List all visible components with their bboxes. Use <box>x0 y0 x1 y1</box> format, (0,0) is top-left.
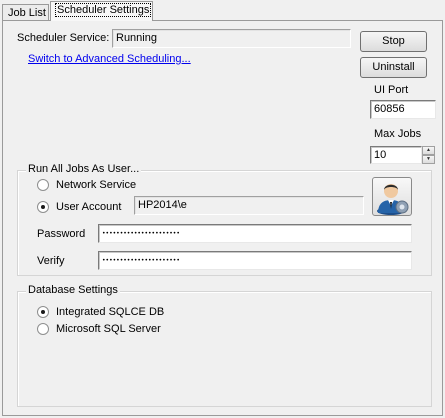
spinner-up-icon[interactable]: ▲ <box>422 146 435 155</box>
max-jobs-spinner[interactable]: ▲ ▼ <box>422 146 435 164</box>
scheduler-service-status: Running <box>112 29 351 48</box>
user-account-label: User Account <box>56 201 122 213</box>
user-account-radio-button[interactable] <box>37 201 49 213</box>
tab-scheduler-settings[interactable]: Scheduler Settings <box>50 1 153 21</box>
password-label: Password <box>37 228 86 240</box>
run-as-user-title: Run All Jobs As User... <box>26 163 142 175</box>
tab-scheduler-settings-label: Scheduler Settings <box>54 3 152 17</box>
tab-job-list[interactable]: Job List <box>2 4 49 20</box>
uninstall-button[interactable]: Uninstall <box>360 57 427 78</box>
integrated-sqlce-radio-button[interactable] <box>37 306 49 318</box>
password-input[interactable]: •••••••••••••••••••••• <box>98 224 412 243</box>
network-service-label: Network Service <box>56 179 137 191</box>
sql-server-radio[interactable]: Microsoft SQL Server <box>37 323 161 335</box>
scheduler-service-label: Scheduler Service: <box>17 32 110 44</box>
ui-port-label: UI Port <box>374 84 409 96</box>
max-jobs-label: Max Jobs <box>374 128 422 140</box>
select-user-button[interactable] <box>372 177 412 216</box>
advanced-scheduling-link[interactable]: Switch to Advanced Scheduling... <box>28 53 191 65</box>
database-settings-title: Database Settings <box>26 284 120 296</box>
sql-server-label: Microsoft SQL Server <box>56 323 161 335</box>
spinner-down-icon[interactable]: ▼ <box>422 155 435 164</box>
user-account-radio[interactable]: User Account <box>37 201 121 213</box>
ui-port-input[interactable]: 60856 <box>370 100 436 119</box>
user-settings-icon <box>377 184 409 215</box>
verify-label: Verify <box>37 255 65 267</box>
integrated-sqlce-radio[interactable]: Integrated SQLCE DB <box>37 306 164 318</box>
user-account-field: HP2014\e <box>134 196 364 215</box>
stop-button[interactable]: Stop <box>360 31 427 52</box>
network-service-radio-button[interactable] <box>37 179 49 191</box>
network-service-radio[interactable]: Network Service <box>37 179 136 191</box>
verify-input[interactable]: •••••••••••••••••••••• <box>98 251 412 270</box>
sql-server-radio-button[interactable] <box>37 323 49 335</box>
tab-job-list-label: Job List <box>8 7 46 19</box>
integrated-sqlce-label: Integrated SQLCE DB <box>56 306 165 318</box>
max-jobs-input[interactable]: 10 <box>370 146 422 164</box>
